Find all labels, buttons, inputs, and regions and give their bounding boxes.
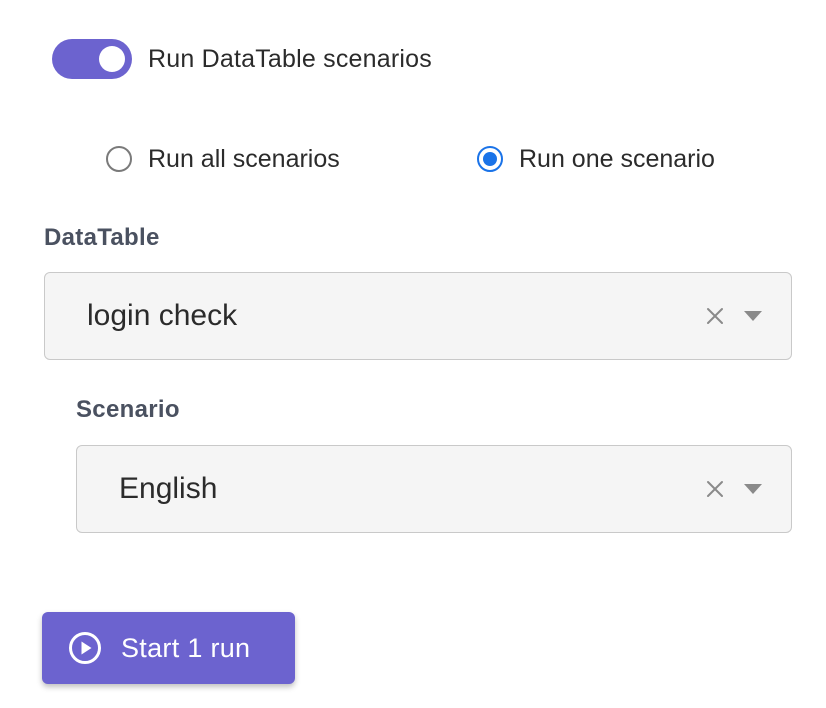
start-run-label: Start 1 run xyxy=(121,632,251,663)
datatable-select[interactable]: login check xyxy=(44,272,792,360)
scenario-select[interactable]: English xyxy=(76,445,792,533)
close-icon[interactable] xyxy=(703,304,727,328)
radio-run-one-scenario[interactable]: Run one scenario xyxy=(477,144,715,174)
scenario-label: Scenario xyxy=(76,396,180,423)
chevron-down-icon[interactable] xyxy=(741,304,765,328)
datatable-toggle[interactable] xyxy=(52,39,132,79)
toggle-knob xyxy=(99,46,125,72)
radio-label-run-one: Run one scenario xyxy=(519,144,715,173)
datatable-label: DataTable xyxy=(44,224,160,251)
radio-label-run-all: Run all scenarios xyxy=(148,144,340,173)
scenario-select-value: English xyxy=(119,472,218,505)
start-run-button[interactable]: Start 1 run xyxy=(42,612,295,684)
radio-run-all-scenarios[interactable]: Run all scenarios xyxy=(106,144,340,174)
play-circle-icon xyxy=(68,631,102,665)
datatable-select-value: login check xyxy=(87,299,238,332)
run-options-panel: Run DataTable scenarios Run all scenario… xyxy=(0,0,826,708)
datatable-toggle-row: Run DataTable scenarios xyxy=(52,38,432,80)
chevron-down-icon[interactable] xyxy=(741,477,765,501)
toggle-label: Run DataTable scenarios xyxy=(148,44,432,73)
close-icon[interactable] xyxy=(703,477,727,501)
radio-dot xyxy=(483,152,497,166)
radio-button-checked[interactable] xyxy=(477,146,503,172)
radio-button-unchecked[interactable] xyxy=(106,146,132,172)
